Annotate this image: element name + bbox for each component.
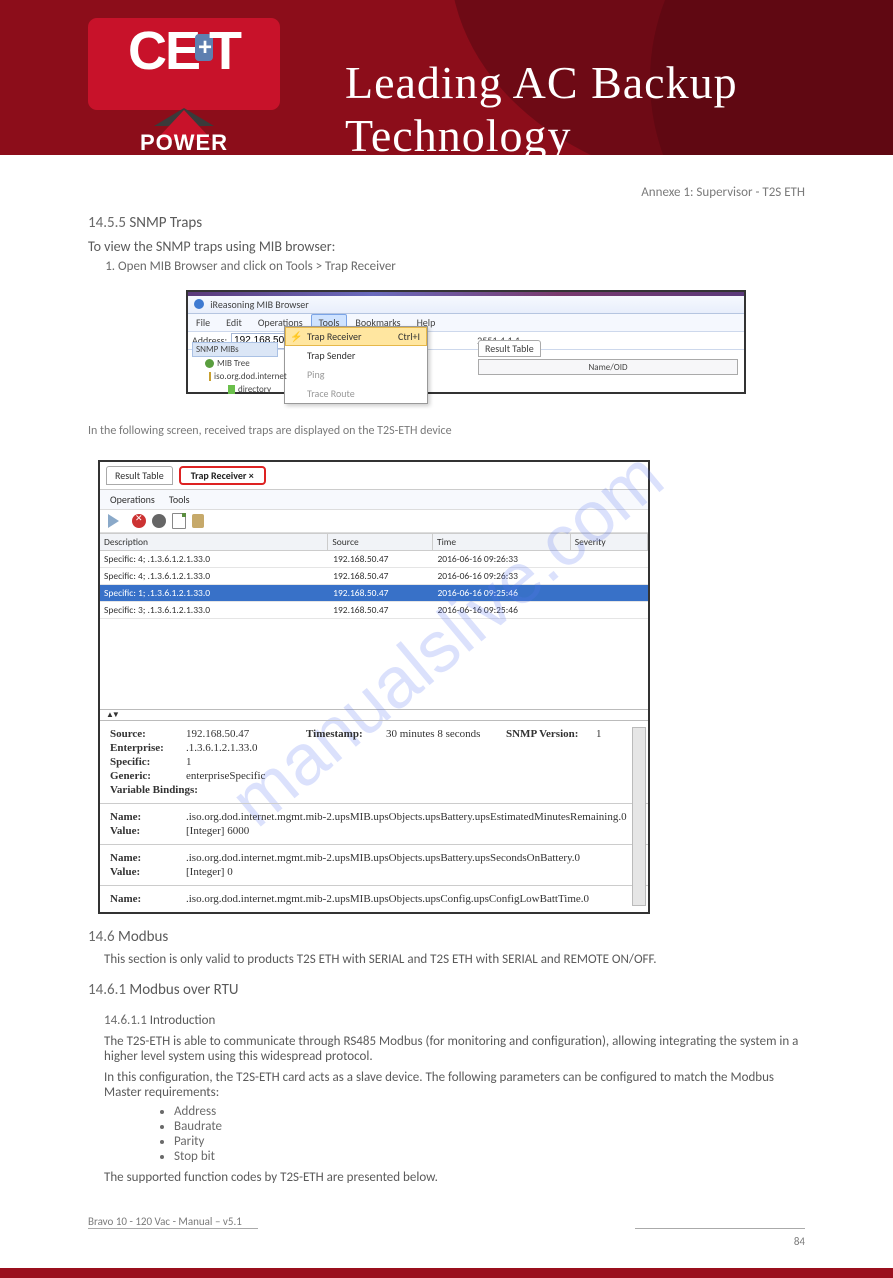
param-address: Address bbox=[174, 1104, 805, 1119]
stop-icon[interactable] bbox=[132, 514, 146, 528]
screenshot-mib-browser: iReasoning MIB Browser File Edit Operati… bbox=[186, 290, 746, 394]
page-number: 84 bbox=[794, 1235, 805, 1248]
submenu-tools[interactable]: Tools bbox=[169, 493, 190, 506]
param-stopbit: Stop bit bbox=[174, 1149, 805, 1164]
tail-note: The supported function codes by T2S-ETH … bbox=[104, 1170, 805, 1185]
dl-source: Source: bbox=[110, 728, 186, 740]
col-severity: Severity bbox=[571, 534, 648, 550]
table-row[interactable]: Specific: 4; .1.3.6.1.2.1.33.0192.168.50… bbox=[100, 551, 648, 568]
tree-header: SNMP MIBs bbox=[192, 342, 278, 357]
intro-para-2: In this configuration, the T2S-ETH card … bbox=[104, 1070, 805, 1100]
footer-doc-name: Bravo 10 - 120 Vac - Manual – v5.1 bbox=[88, 1215, 805, 1228]
table-row-selected[interactable]: Specific: 1; .1.3.6.1.2.1.33.0192.168.50… bbox=[100, 585, 648, 602]
dl-version: SNMP Version: bbox=[506, 728, 596, 740]
play-icon[interactable] bbox=[108, 514, 126, 528]
splitter[interactable]: ▲▼ bbox=[100, 709, 648, 720]
trap-receiver-icon: ⚡ bbox=[290, 330, 302, 343]
folder-icon bbox=[209, 372, 211, 381]
tab-result-table[interactable]: Result Table bbox=[478, 340, 541, 357]
window-title: iReasoning MIB Browser bbox=[210, 298, 308, 311]
export-icon[interactable] bbox=[172, 513, 186, 529]
clipboard-icon[interactable] bbox=[192, 514, 204, 528]
heading-snmp-traps: 14.5.5 SNMP Traps bbox=[88, 214, 805, 232]
intro-para-1: The T2S-ETH is able to communicate throu… bbox=[104, 1034, 805, 1064]
dl-varbind: Variable Bindings: bbox=[110, 784, 198, 796]
tab-result-table-2[interactable]: Result Table bbox=[106, 466, 173, 485]
param-parity: Parity bbox=[174, 1134, 805, 1149]
toolbar bbox=[100, 510, 648, 533]
caption-1: In the following screen, received traps … bbox=[88, 424, 805, 438]
dd-ping[interactable]: Ping bbox=[285, 365, 427, 384]
logo-power: POWER bbox=[88, 132, 280, 154]
globe-icon bbox=[205, 359, 214, 368]
breadcrumb: Annexe 1: Supervisor - T2S ETH bbox=[88, 185, 805, 200]
menubar[interactable]: File Edit Operations Tools Bookmarks Hel… bbox=[188, 314, 744, 332]
modbus-note: This section is only valid to products T… bbox=[104, 952, 805, 967]
dv-source: 192.168.50.47 bbox=[186, 728, 306, 740]
dd-trap-sender[interactable]: Trap Sender bbox=[285, 346, 427, 365]
trap-grid[interactable]: Description Source Time Severity Specifi… bbox=[100, 533, 648, 619]
submenu-operations[interactable]: Operations bbox=[110, 493, 155, 506]
doc-icon bbox=[228, 385, 235, 394]
dv-timestamp: 30 minutes 8 seconds bbox=[386, 728, 506, 740]
app-icon bbox=[194, 299, 204, 309]
step-list: Open MIB Browser and click on Tools > Tr… bbox=[88, 259, 805, 274]
header-banner: CE+T POWER Leading AC Backup Technology bbox=[0, 0, 893, 155]
step-1: Open MIB Browser and click on Tools > Tr… bbox=[118, 259, 805, 274]
dd-trace-route[interactable]: Trace Route bbox=[285, 384, 427, 403]
dv-version: 1 bbox=[596, 728, 602, 740]
menu-edit[interactable]: Edit bbox=[218, 314, 250, 331]
table-row[interactable]: Specific: 4; .1.3.6.1.2.1.33.0192.168.50… bbox=[100, 568, 648, 585]
result-grid-header: Name/OID bbox=[478, 359, 738, 375]
tree-internet[interactable]: iso.org.dod.internet bbox=[192, 370, 278, 383]
gear-icon[interactable] bbox=[152, 514, 166, 528]
param-list: Address Baudrate Parity Stop bit bbox=[134, 1104, 805, 1164]
step-intro: To view the SNMP traps using MIB browser… bbox=[88, 238, 805, 255]
col-time: Time bbox=[433, 534, 571, 550]
tree-root[interactable]: MIB Tree bbox=[192, 357, 278, 370]
col-description: Description bbox=[100, 534, 328, 550]
heading-intro: 14.6.1.1 Introduction bbox=[104, 1013, 805, 1028]
screenshot-trap-receiver: Result Table Trap Receiver × Operations … bbox=[98, 460, 650, 914]
table-row[interactable]: Specific: 3; .1.3.6.1.2.1.33.0192.168.50… bbox=[100, 602, 648, 619]
tagline: Leading AC Backup Technology bbox=[345, 56, 893, 162]
heading-modbus: 14.6 Modbus bbox=[88, 928, 805, 946]
tree-directory[interactable]: directory bbox=[192, 383, 278, 396]
menu-file[interactable]: File bbox=[188, 314, 218, 331]
heading-modbus-rtu: 14.6.1 Modbus over RTU bbox=[88, 981, 805, 999]
logo-t: T bbox=[209, 21, 240, 81]
logo: CE+T POWER bbox=[88, 18, 280, 110]
splitter-arrows-icon: ▲▼ bbox=[106, 710, 118, 720]
dl-timestamp: Timestamp: bbox=[306, 728, 386, 740]
logo-ce: CE bbox=[128, 21, 199, 81]
col-source: Source bbox=[328, 534, 433, 550]
trap-detail-pane: Source: 192.168.50.47 Timestamp: 30 minu… bbox=[100, 720, 648, 912]
mib-tree[interactable]: SNMP MIBs MIB Tree iso.org.dod.internet … bbox=[192, 342, 278, 396]
param-baud: Baudrate bbox=[174, 1119, 805, 1134]
tab-trap-receiver-active[interactable]: Trap Receiver × bbox=[179, 466, 266, 485]
dd-trap-receiver[interactable]: ⚡ Trap Receiver Ctrl+I bbox=[285, 327, 427, 346]
scrollbar[interactable] bbox=[632, 727, 646, 906]
tools-dropdown[interactable]: ⚡ Trap Receiver Ctrl+I Trap Sender Ping … bbox=[284, 326, 428, 404]
footer-bar bbox=[0, 1268, 893, 1278]
